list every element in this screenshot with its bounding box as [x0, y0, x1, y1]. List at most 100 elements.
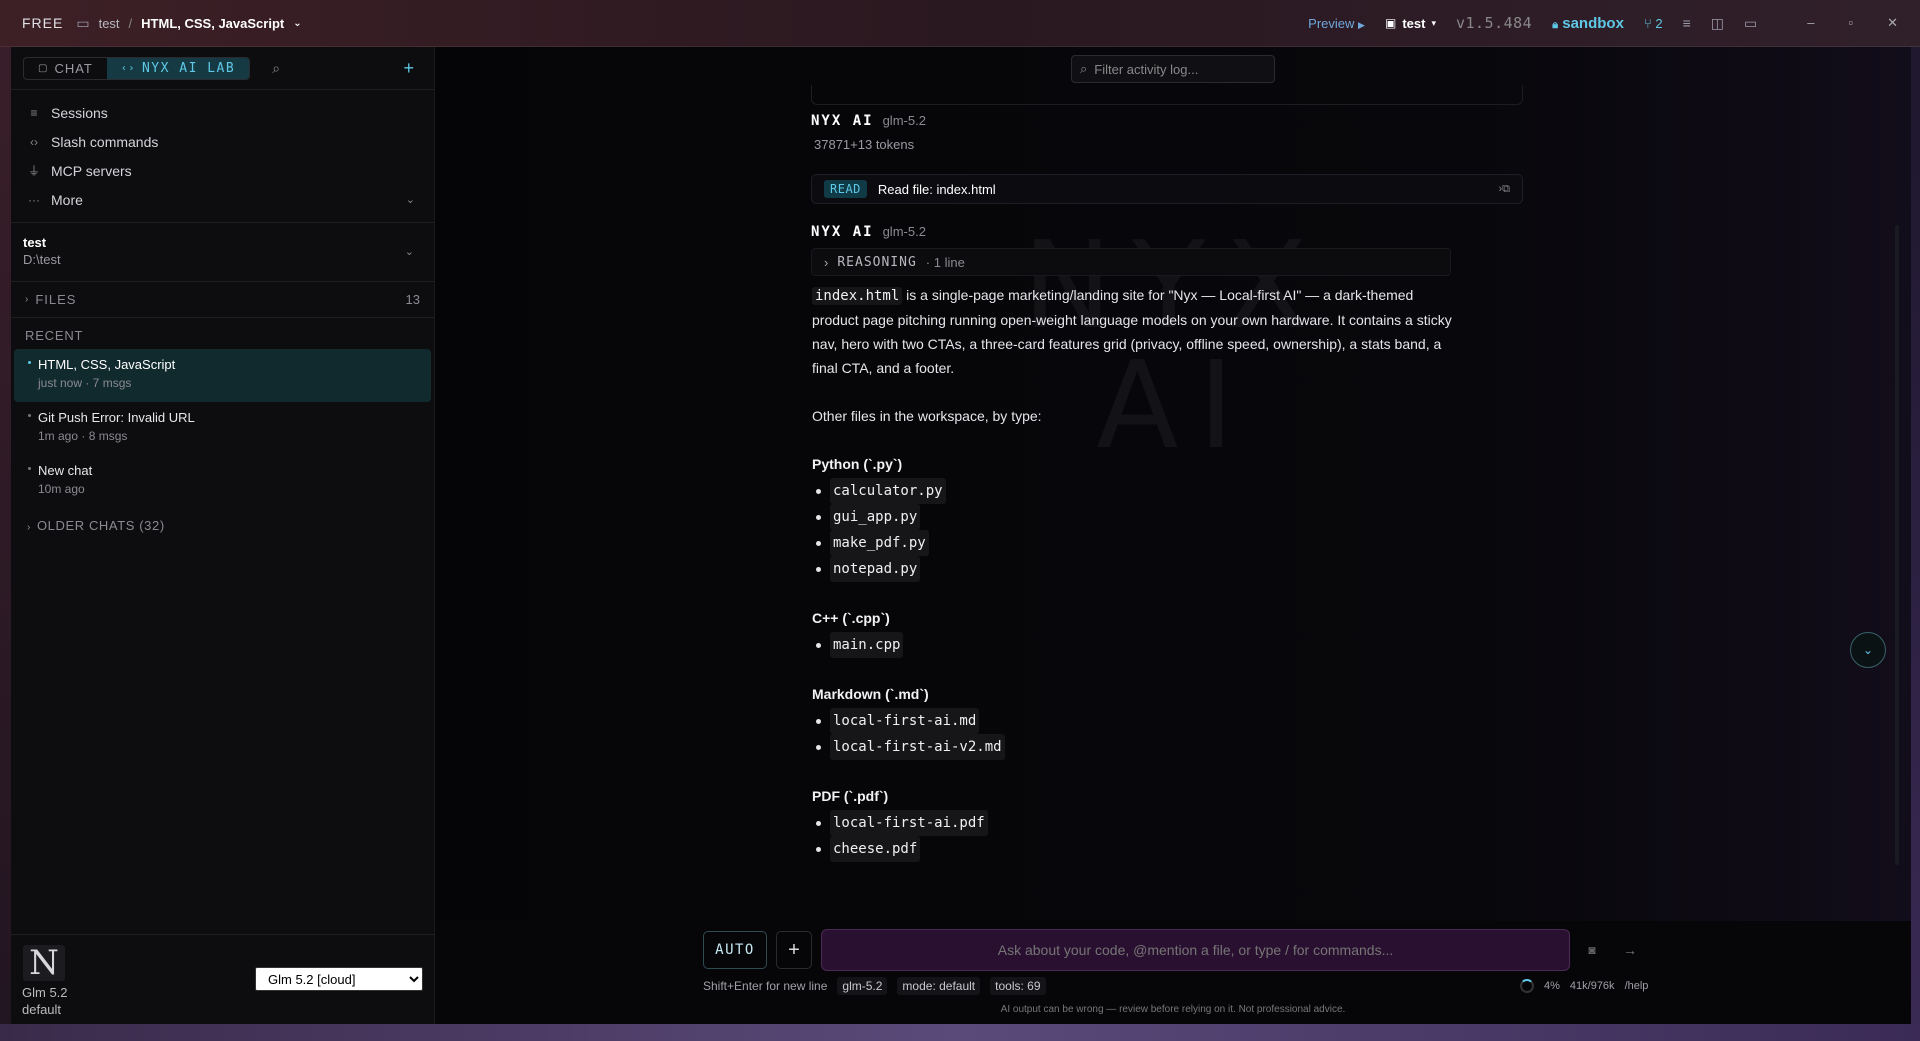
sidebar-item-mcp-servers[interactable]: ⏚ MCP servers: [11, 156, 434, 185]
sidebar-nav: ≡ Sessions ‹› Slash commands ⏚ MCP servers …: [11, 90, 434, 223]
list-item: gui_app.py: [816, 504, 1452, 530]
context-tokens: 41k/976k: [1569, 980, 1615, 992]
workspace-selector[interactable]: ▣ test ▾: [1385, 16, 1436, 31]
new-chat-button[interactable]: +: [403, 58, 414, 79]
sidebar-item-slash-commands[interactable]: ‹› Slash commands: [11, 127, 434, 156]
auto-mode-button[interactable]: AUTO: [703, 931, 767, 969]
menu-icon[interactable]: ≡: [1683, 15, 1691, 31]
older-chats-label: OLDER CHATS (32): [36, 518, 165, 533]
sidebar-footer: N Glm 5.2 default Glm 5.2 [cloud]: [11, 934, 435, 1024]
tab-nyx-ai-lab[interactable]: ‹› NYX AI LAB: [106, 57, 250, 79]
play-icon: ▶: [1358, 19, 1365, 30]
search-icon[interactable]: ⌕: [272, 60, 280, 77]
list-item: cheese.pdf: [816, 836, 1452, 862]
recent-label: RECENT: [25, 328, 84, 343]
chevron-down-icon[interactable]: ⌄: [293, 18, 301, 29]
file-list: local-first-ai.md local-first-ai-v2.md: [812, 708, 1452, 760]
inline-code: local-first-ai-v2.md: [830, 734, 1005, 760]
context-stats: 4% 41k/976k /help: [1520, 976, 1648, 996]
sidebar-item-label: MCP servers: [51, 162, 132, 179]
maximize-icon[interactable]: ▫: [1848, 15, 1853, 31]
list-item: calculator.py: [816, 478, 1452, 504]
list-icon: ≡: [30, 105, 38, 120]
sender-model: glm-5.2: [882, 224, 926, 239]
recent-chat-title: New chat: [38, 463, 93, 478]
sandbox-toggle[interactable]: 🔒︎ sandbox: [1552, 15, 1624, 32]
workspace-path: D:\test: [23, 252, 61, 267]
workspace-panel[interactable]: test D:\test ⌄: [11, 223, 434, 282]
sidebar-item-label: More: [51, 191, 83, 208]
model-select[interactable]: Glm 5.2 [cloud]: [255, 967, 423, 991]
branch-icon: ⑂: [1643, 15, 1652, 31]
inline-code: main.cpp: [830, 632, 904, 658]
workspace-name: test: [1402, 15, 1426, 31]
filter-placeholder: Filter activity log...: [1094, 61, 1199, 77]
recent-chat-item[interactable]: HTML, CSS, JavaScript just now · 7 msgs: [14, 349, 431, 402]
screenshot-button[interactable]: ◙: [1575, 931, 1609, 969]
file-list: calculator.py gui_app.py make_pdf.py not…: [812, 478, 1452, 582]
branch-indicator[interactable]: ⑂ 2: [1644, 16, 1663, 31]
token-count: 37871+13 tokens: [814, 137, 915, 152]
inline-code: local-first-ai.md: [830, 708, 980, 734]
attach-button[interactable]: +: [776, 931, 812, 969]
recent-chat-meta: 10m ago: [38, 482, 85, 496]
desktop-taskbar-strip: [0, 1024, 1920, 1041]
scrollbar[interactable]: [1895, 225, 1899, 865]
chat-icon: ▢: [38, 62, 49, 74]
group-heading: PDF (`.pdf`): [812, 788, 889, 804]
list-item: main.cpp: [816, 632, 1452, 658]
files-section-toggle[interactable]: › FILES 13: [11, 282, 434, 318]
recent-chat-item[interactable]: New chat 10m ago: [14, 455, 431, 508]
reasoning-label: REASONING: [837, 254, 917, 270]
folder-icon: ▭: [76, 14, 90, 31]
chat-input[interactable]: [821, 929, 1570, 971]
active-dot: [28, 361, 31, 364]
tab-lab-label: NYX AI LAB: [141, 60, 236, 76]
sidebar-toggle-icon[interactable]: ◫: [1711, 15, 1724, 32]
breadcrumb-folder[interactable]: test: [99, 16, 120, 31]
preview-button[interactable]: Preview ▶: [1308, 16, 1365, 31]
tools-chip[interactable]: tools: 69: [990, 977, 1046, 995]
send-button[interactable]: →: [1613, 931, 1647, 969]
inline-code: local-first-ai.pdf: [830, 810, 988, 836]
inline-code: calculator.py: [830, 478, 946, 504]
recent-chat-meta: just now · 7 msgs: [38, 376, 132, 390]
help-link[interactable]: /help: [1625, 980, 1649, 992]
sidebar-item-more[interactable]: ··· More ⌄: [11, 185, 434, 214]
model-chip[interactable]: glm-5.2: [837, 977, 888, 995]
code-icon: ‹›: [30, 134, 38, 149]
newline-hint: Shift+Enter for new line: [703, 979, 828, 993]
panel-icon[interactable]: ▭: [1744, 15, 1757, 32]
tab-chat[interactable]: ▢ CHAT: [24, 58, 107, 79]
context-percent: 4%: [1544, 980, 1560, 992]
branch-count: 2: [1655, 15, 1663, 31]
group-heading: Python (`.py`): [812, 456, 903, 472]
composer: AUTO + ◙ → Shift+Enter for new line glm-…: [435, 921, 1911, 1024]
scroll-to-bottom-button[interactable]: ⌄: [1850, 632, 1886, 668]
minimize-icon[interactable]: –: [1807, 15, 1814, 31]
sidebar-item-sessions[interactable]: ≡ Sessions: [11, 98, 434, 127]
breadcrumb-chat-title[interactable]: HTML, CSS, JavaScript: [141, 16, 284, 31]
group-heading: C++ (`.cpp`): [812, 610, 890, 626]
answer-other: Other files in the workspace, by type:: [812, 408, 1042, 424]
mode-chip[interactable]: mode: default: [897, 977, 981, 995]
sidebar-tabs: ▢ CHAT ‹› NYX AI LAB: [23, 56, 251, 80]
chevron-right-icon: ›: [824, 254, 829, 270]
previous-message-card: [811, 85, 1523, 105]
chevron-down-icon: ⌄: [1862, 643, 1874, 657]
recent-chat-item[interactable]: Git Push Error: Invalid URL 1m ago · 8 m…: [14, 402, 431, 455]
sender-name: NYX AI: [811, 224, 874, 240]
tool-call-read[interactable]: READ Read file: index.html ›⧉: [811, 174, 1523, 204]
list-item: make_pdf.py: [816, 530, 1452, 556]
copy-icon[interactable]: ›⧉: [1498, 183, 1510, 196]
filter-activity-input[interactable]: ⌕ Filter activity log...: [1071, 55, 1275, 83]
recent-chat-title: Git Push Error: Invalid URL: [38, 410, 195, 425]
group-heading: Markdown (`.md`): [812, 686, 929, 702]
older-chats-toggle[interactable]: › OLDER CHATS (32): [11, 508, 434, 543]
sidebar-item-label: Slash commands: [51, 133, 159, 150]
intro-text: is a single-page marketing/landing site …: [812, 287, 1452, 376]
reasoning-toggle[interactable]: › REASONING · 1 line: [811, 248, 1451, 276]
inline-code: cheese.pdf: [830, 836, 921, 862]
preview-label: Preview: [1308, 15, 1355, 31]
close-icon[interactable]: ✕: [1887, 15, 1898, 31]
